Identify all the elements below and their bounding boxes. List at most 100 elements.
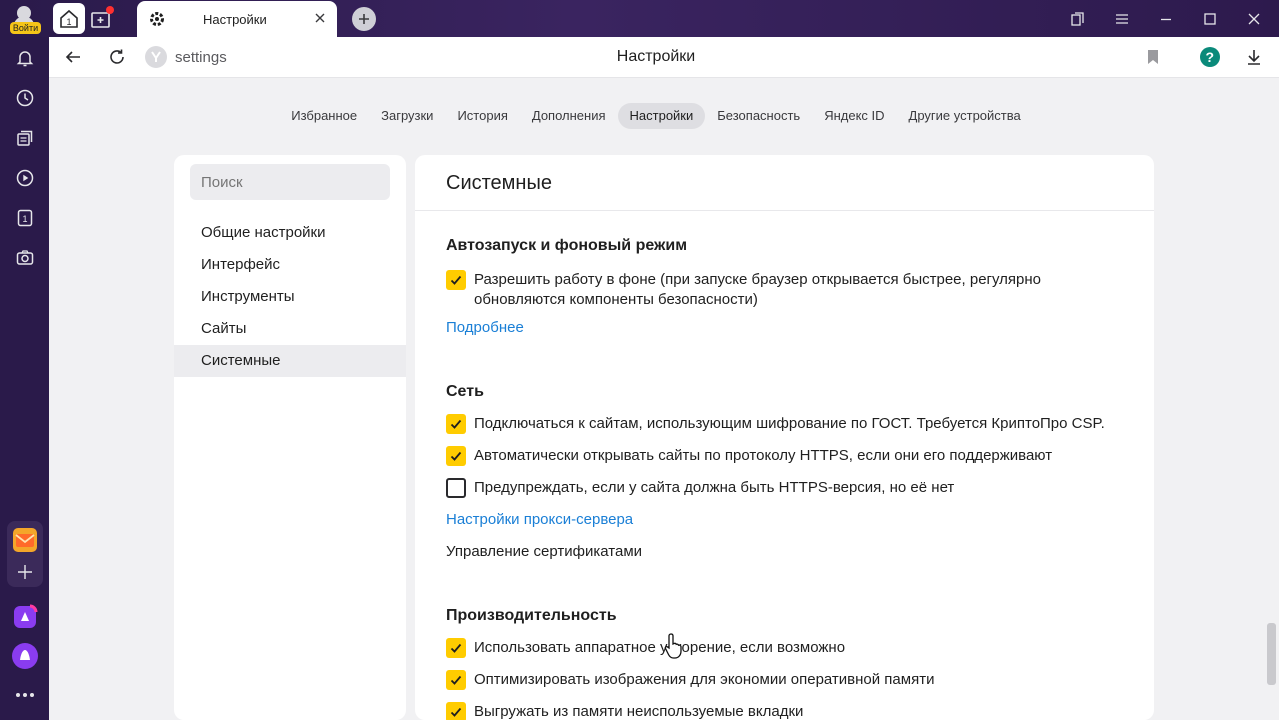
add-app-button[interactable] [14, 561, 36, 583]
nav-settings[interactable]: Настройки [617, 103, 706, 129]
hand-cursor-icon [664, 633, 682, 659]
alice-button[interactable] [11, 642, 39, 670]
optimize-images-checkbox[interactable] [446, 670, 466, 690]
https-warning-setting[interactable]: Предупреждать, если у сайта должна быть … [446, 478, 1136, 498]
counter-button[interactable]: 1 [14, 207, 36, 229]
https-checkbox[interactable] [446, 446, 466, 466]
tab-settings[interactable]: Настройки [137, 1, 337, 37]
nav-yandex-id[interactable]: Яндекс ID [812, 103, 896, 129]
nav-extensions[interactable]: Дополнения [520, 103, 618, 129]
maximize-button[interactable] [1196, 5, 1224, 33]
menu-icon [1116, 14, 1128, 24]
search-input[interactable] [190, 164, 390, 200]
https-label: Автоматически открывать сайты по протоко… [474, 447, 1053, 464]
menu-button[interactable] [1108, 5, 1136, 33]
address-bar: settings Настройки ? [49, 37, 1279, 78]
clock-icon [16, 89, 34, 107]
https-warning-label: Предупреждать, если у сайта должна быть … [474, 479, 955, 496]
more-link[interactable]: Подробнее [446, 319, 524, 336]
nav-other-devices[interactable]: Другие устройства [897, 103, 1033, 129]
gost-setting[interactable]: Подключаться к сайтам, использующим шифр… [446, 414, 1136, 434]
sidebar-item-general[interactable]: Общие настройки [174, 217, 406, 249]
help-button[interactable]: ? [1198, 45, 1222, 69]
background-mode-setting[interactable]: Разрешить работу в фоне (при запуске бра… [446, 270, 1136, 310]
checkmark-icon [450, 707, 462, 717]
background-mode-checkbox[interactable] [446, 270, 466, 290]
proxy-settings-link[interactable]: Настройки прокси-сервера [446, 511, 633, 528]
nav-history[interactable]: История [445, 103, 519, 129]
browser-sidebar: 1 [0, 37, 49, 720]
sidebar-item-tools[interactable]: Инструменты [174, 281, 406, 313]
hw-acceleration-label: Использовать аппаратное ускорение, если … [474, 639, 846, 656]
nav-favorites[interactable]: Избранное [279, 103, 369, 129]
nav-security[interactable]: Безопасность [705, 103, 812, 129]
gost-label: Подключаться к сайтам, использующим шифр… [474, 415, 1105, 432]
tabs-button[interactable] [14, 127, 36, 149]
https-setting[interactable]: Автоматически открывать сайты по протоко… [446, 446, 1136, 466]
alice-circle-icon [12, 643, 38, 669]
close-window-icon [1248, 13, 1260, 25]
scrollbar-thumb[interactable] [1267, 623, 1276, 685]
settings-sidebar: Общие настройки Интерфейс Инструменты Са… [174, 155, 406, 720]
close-window-button[interactable] [1240, 5, 1268, 33]
unload-tabs-label: Выгружать из памяти неиспользуемые вклад… [474, 703, 804, 720]
sidebar-item-system[interactable]: Системные [174, 345, 406, 377]
more-button[interactable] [14, 684, 36, 706]
plus-icon [359, 14, 369, 24]
bookmark-button[interactable] [1143, 47, 1163, 67]
close-icon[interactable] [312, 10, 328, 26]
settings-content: Избранное Загрузки История Дополнения На… [49, 78, 1279, 720]
hw-acceleration-setting[interactable]: Использовать аппаратное ускорение, если … [446, 638, 1136, 658]
settings-top-nav: Избранное Загрузки История Дополнения На… [49, 103, 1263, 129]
bell-icon [16, 51, 34, 67]
more-icon [16, 693, 34, 697]
bookmark-icon [1148, 50, 1158, 64]
minimize-button[interactable] [1152, 5, 1180, 33]
counter-value: 1 [23, 214, 28, 224]
gost-checkbox[interactable] [446, 414, 466, 434]
media-button[interactable] [14, 167, 36, 189]
certificates-link[interactable]: Управление сертификатами [446, 543, 642, 560]
downloads-button[interactable] [1244, 47, 1264, 67]
camera-icon [16, 250, 34, 265]
hw-acceleration-checkbox[interactable] [446, 638, 466, 658]
unload-tabs-checkbox[interactable] [446, 702, 466, 720]
https-warning-checkbox[interactable] [446, 478, 466, 498]
mail-icon [13, 528, 37, 552]
login-button[interactable]: Войти [6, 2, 42, 35]
notification-dot [106, 6, 114, 14]
svg-text:?: ? [1206, 49, 1215, 65]
page-title: Настройки [616, 48, 696, 65]
optimize-images-setting[interactable]: Оптимизировать изображения для экономии … [446, 670, 1136, 690]
home-icon: 1 [60, 9, 78, 28]
sidebar-item-interface[interactable]: Интерфейс [174, 249, 406, 281]
title-bar: Войти 1 Настройки [0, 0, 1279, 37]
minimize-icon [1161, 18, 1171, 21]
home-tab-button[interactable]: 1 [53, 3, 85, 34]
tabs-icon [17, 130, 33, 146]
alice-app-button[interactable] [12, 604, 38, 630]
new-tab-group-button[interactable] [87, 3, 115, 34]
sidebar-item-sites[interactable]: Сайты [174, 313, 406, 345]
nav-downloads[interactable]: Загрузки [369, 103, 445, 129]
mail-button[interactable] [12, 527, 38, 553]
login-label: Войти [10, 22, 41, 34]
maximize-icon [1204, 13, 1216, 25]
notifications-button[interactable] [14, 47, 36, 69]
network-title: Сеть [446, 383, 484, 400]
unload-tabs-setting[interactable]: Выгружать из памяти неиспользуемые вклад… [446, 702, 1136, 720]
screenshot-button[interactable] [14, 247, 36, 269]
add-icon [18, 565, 32, 579]
tab-title: Настройки [203, 12, 267, 27]
alice-icon [14, 604, 38, 628]
counter-icon: 1 [17, 209, 33, 227]
collections-button[interactable] [1064, 5, 1092, 33]
svg-text:1: 1 [67, 17, 72, 27]
help-icon: ? [1200, 47, 1220, 67]
autostart-title: Автозапуск и фоновый режим [446, 237, 688, 254]
play-icon [16, 169, 34, 187]
section-title: Системные [446, 172, 552, 194]
history-button[interactable] [14, 87, 36, 109]
checkmark-icon [450, 675, 462, 685]
add-tab-button[interactable] [352, 7, 376, 31]
